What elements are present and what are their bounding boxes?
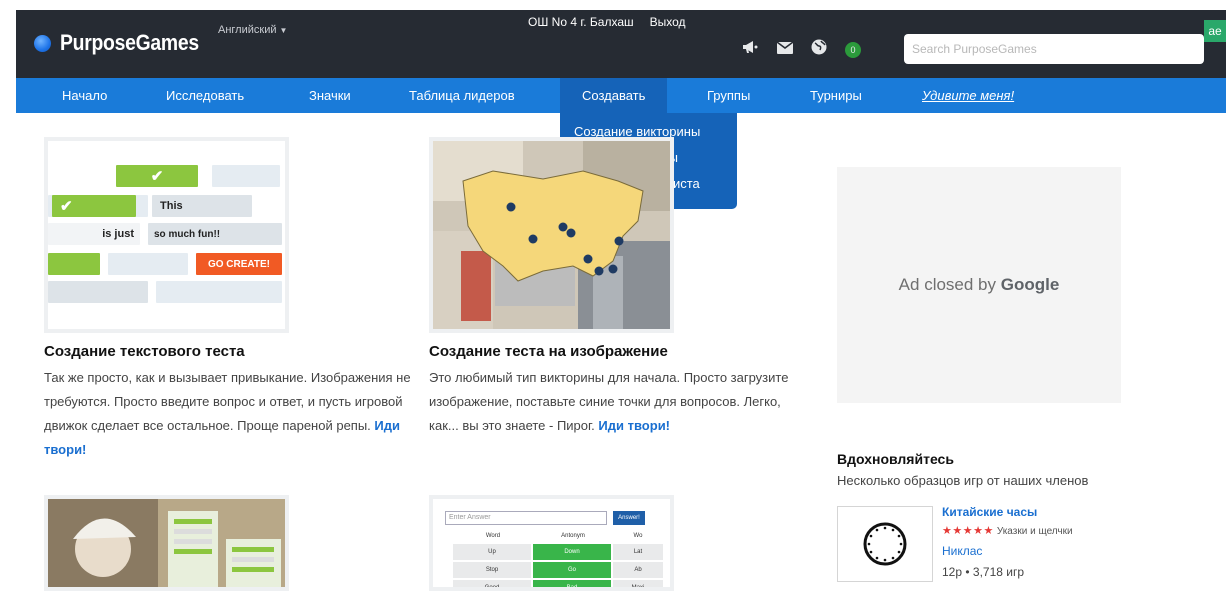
caret-down-icon: ▼ (279, 26, 288, 35)
ad-closed-text: Ad closed by Google (899, 275, 1060, 295)
antonym-cell: Go (533, 562, 611, 578)
antonym-table-preview: Word Antonym Wo Up Down Lat Stop Go Ab G… (453, 533, 663, 587)
antonym-quiz-thumbnail[interactable]: Enter Answer Answer! Word Antonym Wo Up … (429, 495, 674, 591)
nav-explore[interactable]: Исследовать (166, 78, 244, 113)
answer-button-preview: Answer! (613, 511, 645, 525)
go-create-button: GO CREATE! (196, 253, 282, 275)
placeholder-block (212, 165, 280, 187)
card-text-image-quiz: Это любимый тип викторины для начала. Пр… (429, 366, 795, 438)
game-author-link[interactable]: Никлас (942, 544, 982, 558)
image-quiz-thumbnail[interactable] (429, 137, 674, 333)
main-nav: Начало Исследовать Значки Таблица лидеро… (16, 78, 1226, 113)
nav-badges[interactable]: Значки (309, 78, 351, 113)
nav-leaderboard[interactable]: Таблица лидеров (409, 78, 515, 113)
antonym-cell: Lat (613, 544, 663, 560)
antonym-cell: Ab (613, 562, 663, 578)
game-rating: ★★★★★ Указки и щелчки (942, 524, 1073, 537)
placeholder-block (108, 253, 188, 275)
star-rating-icons: ★★★★★ (942, 525, 994, 537)
placeholder-block (48, 281, 148, 303)
placeholder-block (156, 281, 282, 303)
game-stats: 12р • 3,718 игр (942, 565, 1025, 579)
nav-groups[interactable]: Группы (707, 78, 750, 113)
language-label: Английский (218, 24, 277, 36)
ad-slot: Ad closed by Google (837, 167, 1121, 403)
notifications-badge[interactable]: 0 (845, 41, 861, 58)
antonym-header: Antonym (561, 533, 585, 539)
inspiration-title: Вдохновляйтесь (837, 451, 954, 467)
globe-icon[interactable] (811, 39, 827, 60)
game-type: Указки и щелчки (996, 526, 1073, 537)
nav-home[interactable]: Начало (62, 78, 107, 113)
ad-text: Ad closed by (898, 275, 997, 294)
user-profile-link[interactable]: ОШ No 4 г. Балхаш (528, 15, 634, 29)
language-selector[interactable]: Английский ▼ (218, 24, 287, 36)
search-input[interactable] (904, 34, 1204, 64)
mail-icon[interactable] (776, 40, 794, 59)
logo[interactable]: PurposeGames (34, 30, 218, 56)
ad-brand: Google (1000, 275, 1060, 294)
checkmark-icon: ✔ (52, 195, 136, 217)
map-collage-image (433, 141, 670, 329)
antonym-cell: Good (453, 580, 531, 587)
card-title-image-quiz: Создание теста на изображение (429, 343, 668, 360)
antonym-cell: Stop (453, 562, 531, 578)
logo-icon (34, 34, 51, 52)
einstein-quiz-thumbnail[interactable] (44, 495, 289, 591)
thumb-word-this: This (152, 195, 252, 217)
top-bar: PurposeGames Английский ▼ ОШ No 4 г. Балх… (16, 10, 1226, 78)
thumb-word-is-just: is just (48, 223, 140, 245)
antonym-cell: Down (533, 544, 611, 560)
game-title-link[interactable]: Китайские часы (942, 505, 1037, 519)
antonym-header: Word (485, 533, 501, 539)
antonym-cell: Up (453, 544, 531, 560)
header-icons: 0 (741, 39, 861, 60)
user-links: ОШ No 4 г. Балхаш Выход (528, 15, 686, 29)
checkmark-icon: ✔ (116, 165, 198, 187)
go-create-link[interactable]: Иди твори! (598, 418, 670, 433)
answer-input-preview: Enter Answer (445, 511, 607, 525)
antonym-cell: Bad (533, 580, 611, 587)
text-quiz-thumbnail[interactable]: ✔ ✔ This is just so much fun!! GO CREATE… (44, 137, 289, 333)
clock-icon (863, 522, 907, 566)
logo-text: PurposeGames (60, 30, 199, 55)
nav-tournaments[interactable]: Турниры (810, 78, 862, 113)
logout-link[interactable]: Выход (650, 15, 686, 29)
corner-badge[interactable]: ae (1204, 20, 1226, 42)
card-title-text-quiz: Создание текстового теста (44, 343, 245, 360)
nav-create[interactable]: Создавать (560, 78, 668, 113)
megaphone-icon[interactable] (741, 39, 759, 60)
antonym-cell: Maxi (613, 580, 663, 587)
nav-surprise-me[interactable]: Удивите меня! (922, 78, 1014, 113)
placeholder-block (48, 253, 100, 275)
antonym-header: Wo (633, 533, 643, 539)
inspiration-subtitle: Несколько образцов игр от наших членов (837, 473, 1089, 488)
game-thumbnail[interactable] (837, 506, 933, 582)
einstein-collage-image (48, 499, 285, 587)
card-text-text-quiz: Так же просто, как и вызывает привыкание… (44, 366, 412, 462)
thumb-word-fun: so much fun!! (148, 223, 282, 245)
card-description: Так же просто, как и вызывает привыкание… (44, 370, 411, 433)
